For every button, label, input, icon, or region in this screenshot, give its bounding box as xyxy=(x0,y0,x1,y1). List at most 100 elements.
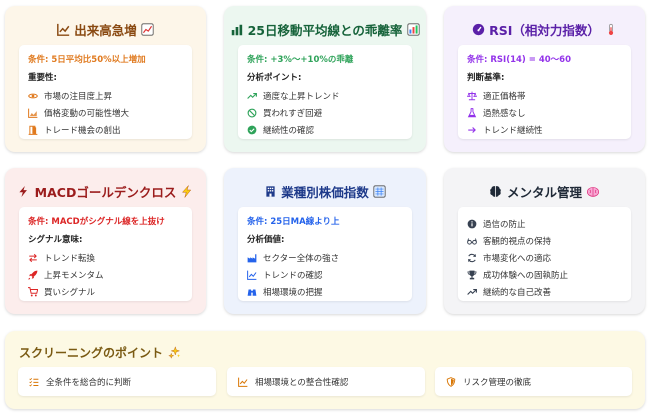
card-ma-deviation: 25日移動平均線との乖離率 条件: +3%～+10%の乖離 分析ポイント: 適度… xyxy=(224,6,426,152)
cart-icon xyxy=(28,286,38,297)
chart-line-icon xyxy=(56,23,70,37)
item-label: トレード機会の創出 xyxy=(44,125,121,136)
condition-text: 条件: MACDがシグナル線を上抜け xyxy=(28,217,165,227)
bolt-emoji-icon xyxy=(180,185,194,199)
item-label: 成功体験への固執防止 xyxy=(483,270,569,281)
item-label: 相場環境の把握 xyxy=(263,287,323,298)
list-item: 継続性の確認 xyxy=(247,121,403,138)
card-body: 過信の防止 客観的視点の保持 市場変化への適応 成功体験への固執防止 継続的な自… xyxy=(458,207,631,301)
subheading: 分析ポイント: xyxy=(247,73,302,83)
condition-text: 条件: 5日平均比50%以上増加 xyxy=(28,55,146,65)
card-body: 条件: 25日MA線より上 分析価値: セクター全体の強さ トレンドの確認 相場… xyxy=(238,207,412,301)
list-item: 買われすぎ回避 xyxy=(247,104,403,121)
ban-icon xyxy=(247,108,257,118)
condition-text: 条件: 25日MA線より上 xyxy=(247,217,340,227)
subheading: 重要性: xyxy=(28,73,57,83)
bar-chart-emoji-icon xyxy=(406,23,420,37)
card-title: MACDゴールデンクロス xyxy=(5,182,206,201)
chart-emoji-icon xyxy=(141,23,155,37)
rocket-icon xyxy=(28,270,38,280)
list-item: 適正価格帯 xyxy=(467,87,622,104)
chart-line-icon xyxy=(238,377,248,387)
item-label: 過信の防止 xyxy=(483,219,526,230)
bar-chart-icon xyxy=(230,23,244,37)
item-label: 適正価格帯 xyxy=(483,91,526,102)
card-title: 業種別株価指数 xyxy=(224,182,426,201)
card-body: 条件: MACDがシグナル線を上抜け シグナル意味: トレンド転換 上昇モメンタ… xyxy=(19,207,192,301)
screening-point-label: リスク管理の徹底 xyxy=(463,377,532,388)
item-label: 上昇モメンタム xyxy=(44,270,104,281)
item-label: セクター全体の強さ xyxy=(263,253,340,264)
screening-points-panel: スクリーニングのポイント 全条件を総合的に判断 相場環境との整合性確認 リスク管… xyxy=(5,331,645,409)
chart-area-icon xyxy=(28,108,38,118)
list-check-icon xyxy=(29,377,39,387)
card-sector-index: 業種別株価指数 条件: 25日MA線より上 分析価値: セクター全体の強さ トレ… xyxy=(224,168,426,314)
screening-point: 相場環境との整合性確認 xyxy=(227,367,425,396)
card-body: 条件: RSI(14) = 40～60 判断基準: 適正価格帯 過熱感なし トレ… xyxy=(458,45,631,139)
binoculars-icon xyxy=(247,287,257,297)
card-title-text: RSI（相対力指数） xyxy=(489,23,600,38)
item-label: 市場の注目度上昇 xyxy=(44,91,113,102)
glasses-icon xyxy=(467,236,477,246)
card-mental-management: メンタル管理 過信の防止 客観的視点の保持 市場変化への適応 成功体験への固執防… xyxy=(444,168,645,314)
card-rsi: RSI（相対力指数） 条件: RSI(14) = 40～60 判断基準: 適正価… xyxy=(444,6,645,152)
subheading: 判断基準: xyxy=(467,73,505,83)
item-label: 客観的視点の保持 xyxy=(483,236,552,247)
balance-scale-icon xyxy=(467,91,477,101)
card-body: 条件: 5日平均比50%以上増加 重要性: 市場の注目度上昇 価格変動の可能性増… xyxy=(19,45,192,139)
list-item: 価格変動の可能性増大 xyxy=(28,104,183,121)
card-title-text: 出来高急増 xyxy=(74,23,137,38)
card-title-text: メンタル管理 xyxy=(506,185,582,200)
card-title: RSI（相対力指数） xyxy=(444,20,645,39)
trend-up-icon xyxy=(467,287,477,297)
card-title-text: 25日移動平均線との乖離率 xyxy=(247,23,403,38)
trophy-icon xyxy=(467,270,477,280)
trend-up-icon xyxy=(247,91,257,101)
index-emoji-icon xyxy=(373,185,387,199)
item-label: トレンドの確認 xyxy=(263,270,323,281)
item-label: トレンド転換 xyxy=(44,253,96,264)
gauge-icon xyxy=(471,23,485,37)
industry-icon xyxy=(247,253,257,263)
item-label: 適度な上昇トレンド xyxy=(263,91,340,102)
list-item: 適度な上昇トレンド xyxy=(247,87,403,104)
list-item: 買いシグナル xyxy=(28,283,183,300)
door-icon xyxy=(28,125,38,135)
subheading: 分析価値: xyxy=(247,235,285,245)
card-macd-golden-cross: MACDゴールデンクロス 条件: MACDがシグナル線を上抜け シグナル意味: … xyxy=(5,168,206,314)
list-item: 過信の防止 xyxy=(467,215,622,232)
list-item: トレード機会の創出 xyxy=(28,121,183,138)
card-title-text: 業種別株価指数 xyxy=(281,185,369,200)
brain-icon xyxy=(489,185,503,199)
exchange-icon xyxy=(28,253,38,263)
item-label: 過熱感なし xyxy=(483,108,526,119)
list-item: 過熱感なし xyxy=(467,104,622,121)
condition-text: 条件: +3%～+10%の乖離 xyxy=(247,55,354,65)
card-title: メンタル管理 xyxy=(444,182,645,201)
list-item: 上昇モメンタム xyxy=(28,266,183,283)
screening-point: リスク管理の徹底 xyxy=(435,367,632,396)
thermometer-icon xyxy=(604,23,618,37)
item-label: 市場変化への適応 xyxy=(483,253,552,264)
item-label: 継続性の確認 xyxy=(263,125,315,136)
building-icon xyxy=(263,185,277,199)
condition-text: 条件: RSI(14) = 40～60 xyxy=(467,55,571,65)
item-label: トレンド継続性 xyxy=(483,125,543,136)
list-item: トレンドの確認 xyxy=(247,266,403,283)
arrow-right-icon xyxy=(467,125,477,135)
sparkle-icon xyxy=(167,346,181,360)
list-item: トレンド転換 xyxy=(28,249,183,266)
list-item: トレンド継続性 xyxy=(467,121,622,138)
screening-point-label: 相場環境との整合性確認 xyxy=(255,377,349,388)
eye-icon xyxy=(28,91,38,101)
item-label: 価格変動の可能性増大 xyxy=(44,108,130,119)
list-item: 相場環境の把握 xyxy=(247,283,403,300)
item-label: 買いシグナル xyxy=(44,287,96,298)
item-label: 継続的な自己改善 xyxy=(483,287,552,298)
card-title-text: MACDゴールデンクロス xyxy=(34,185,177,200)
check-circle-icon xyxy=(247,125,257,135)
list-item: 成功体験への固執防止 xyxy=(467,266,622,283)
card-title: 25日移動平均線との乖離率 xyxy=(224,20,426,39)
item-label: 買われすぎ回避 xyxy=(263,108,323,119)
list-item: セクター全体の強さ xyxy=(247,249,403,266)
